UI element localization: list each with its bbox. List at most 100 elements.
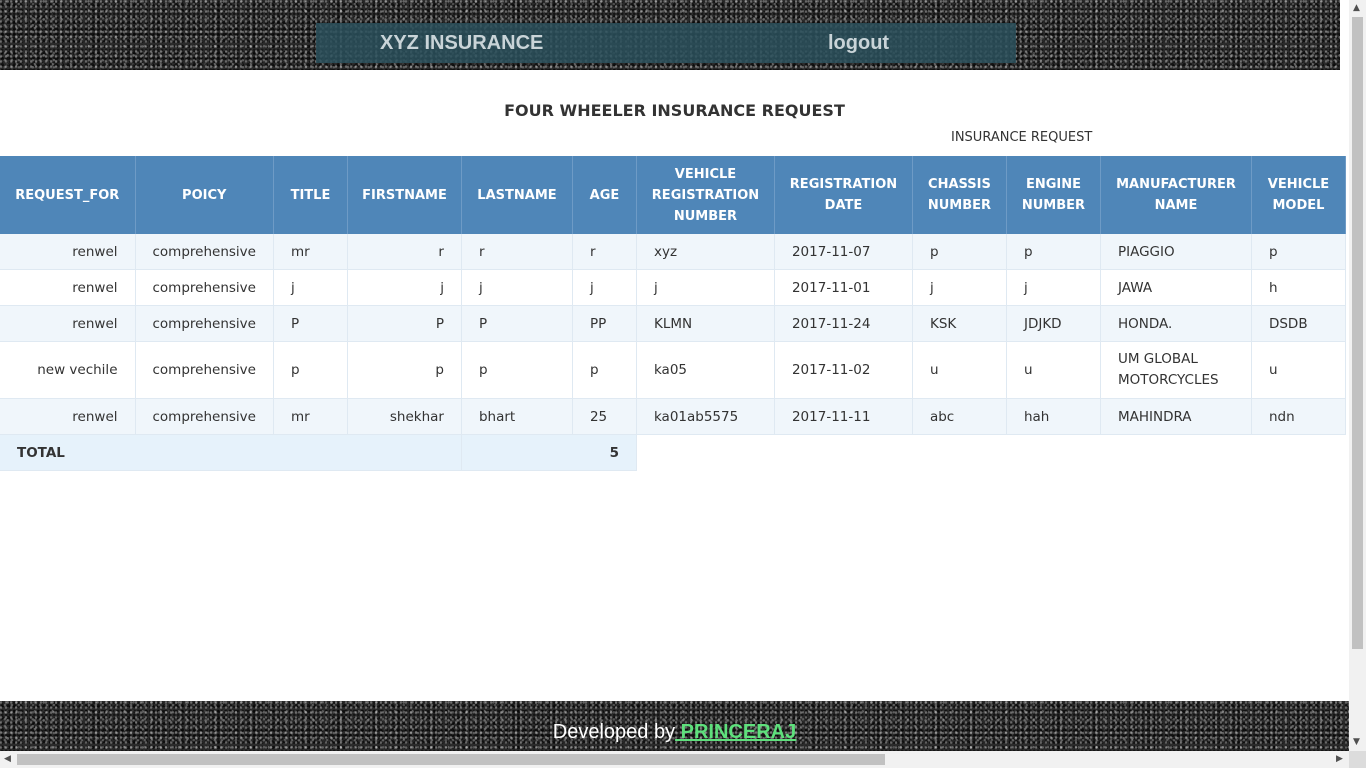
scroll-up-arrow-icon[interactable]: ▲ [1353,4,1360,13]
table-cell: HONDA. [1100,305,1252,342]
table-row: renwel comprehensive mr r r r xyz 2017-1… [0,234,1346,270]
scroll-left-arrow-icon[interactable]: ◀ [4,755,11,764]
insurance-request-table: REQUEST_FOR POICY TITLE FIRSTNAME LASTNA… [0,156,1346,471]
total-row: TOTAL 5 [0,434,1345,471]
page-title: FOUR WHEELER INSURANCE REQUEST [504,101,845,120]
table-cell: j [572,269,637,306]
table-cell: ka01ab5575 [636,398,775,435]
table-cell: mr [273,398,348,435]
table-cell: 2017-11-24 [774,305,913,342]
column-header: VEHICLE MODEL [1251,156,1346,234]
table-cell: p [1006,234,1101,270]
table-cell: u [1251,341,1346,399]
table-cell: renwel [0,398,136,435]
table-cell: comprehensive [135,234,274,270]
vertical-scrollbar[interactable]: ▲ ▼ [1349,0,1366,751]
table-cell: new vechile [0,341,136,399]
total-label: TOTAL [0,434,462,471]
scrollbar-corner [1349,751,1366,768]
table-cell: j [912,269,1007,306]
table-cell: MAHINDRA [1100,398,1252,435]
table-cell: p [572,341,637,399]
table-cell: comprehensive [135,269,274,306]
table-cell: renwel [0,269,136,306]
table-cell: 2017-11-02 [774,341,913,399]
brand-title[interactable]: XYZ INSURANCE [380,32,543,55]
table-cell: u [1006,341,1101,399]
table-cell: ka05 [636,341,775,399]
table-cell: p [1251,234,1346,270]
column-header: ENGINE NUMBER [1006,156,1101,234]
author-link[interactable]: PRINCERAJ [675,721,797,743]
table-row: renwel comprehensive P P P PP KLMN 2017-… [0,305,1346,342]
table-cell: 2017-11-01 [774,269,913,306]
table-cell: p [347,341,462,399]
page-subtitle: INSURANCE REQUEST [951,130,1093,145]
table-row: new vechile comprehensive p p p p ka05 2… [0,341,1346,399]
column-header: LASTNAME [461,156,573,234]
total-value: 5 [461,434,637,471]
column-header: VEHICLE REGISTRATION NUMBER [636,156,775,234]
table-cell: comprehensive [135,398,274,435]
table-cell: j [1006,269,1101,306]
column-header: AGE [572,156,637,234]
table-cell: renwel [0,305,136,342]
table-cell: 25 [572,398,637,435]
column-header: CHASSIS NUMBER [912,156,1007,234]
table-cell: P [273,305,348,342]
footer: Developed by PRINCERAJ [0,701,1349,751]
scroll-right-arrow-icon[interactable]: ▶ [1336,755,1343,764]
logout-link[interactable]: logout [828,32,889,55]
scroll-down-arrow-icon[interactable]: ▼ [1353,738,1360,747]
table-cell: 2017-11-07 [774,234,913,270]
table-cell: j [347,269,462,306]
table-cell: P [461,305,573,342]
table-cell: r [572,234,637,270]
table-cell: mr [273,234,348,270]
table-cell: u [912,341,1007,399]
table-cell: JDJKD [1006,305,1101,342]
vertical-scroll-thumb[interactable] [1352,17,1363,649]
table-cell: p [273,341,348,399]
horizontal-scrollbar[interactable]: ◀ ▶ [0,751,1349,768]
table-cell: r [347,234,462,270]
table-cell: p [461,341,573,399]
column-header: POICY [135,156,274,234]
table-cell: comprehensive [135,305,274,342]
table-cell: comprehensive [135,341,274,399]
table-header-row: REQUEST_FOR POICY TITLE FIRSTNAME LASTNA… [0,156,1346,234]
table-row: renwel comprehensive mr shekhar bhart 25… [0,398,1346,435]
table-cell: renwel [0,234,136,270]
nav-bar: XYZ INSURANCE logout [316,23,1016,63]
footer-credit: Developed by PRINCERAJ [0,721,1349,744]
table-cell: p [912,234,1007,270]
table-row: renwel comprehensive j j j j j 2017-11-0… [0,269,1346,306]
column-header: REQUEST_FOR [0,156,136,234]
top-banner: XYZ INSURANCE logout [0,0,1340,70]
table-cell: DSDB [1251,305,1346,342]
horizontal-scroll-thumb[interactable] [17,754,885,765]
column-header: MANUFACTURER NAME [1100,156,1252,234]
footer-prefix: Developed by [552,721,676,743]
table-cell: P [347,305,462,342]
table-cell: j [636,269,775,306]
column-header: REGISTRATION DATE [774,156,913,234]
table-cell: shekhar [347,398,462,435]
table-cell: JAWA [1100,269,1252,306]
table-cell: UM GLOBAL MOTORCYCLES [1100,341,1252,399]
table-cell: 2017-11-11 [774,398,913,435]
table-cell: r [461,234,573,270]
table-cell: KSK [912,305,1007,342]
table-cell: ndn [1251,398,1346,435]
column-header: TITLE [273,156,348,234]
table-cell: j [273,269,348,306]
table-cell: j [461,269,573,306]
table-cell: PP [572,305,637,342]
request-table-container: REQUEST_FOR POICY TITLE FIRSTNAME LASTNA… [0,156,1346,471]
table-cell: KLMN [636,305,775,342]
column-header: FIRSTNAME [347,156,462,234]
table-cell: h [1251,269,1346,306]
table-cell: bhart [461,398,573,435]
table-cell: hah [1006,398,1101,435]
table-cell: PIAGGIO [1100,234,1252,270]
